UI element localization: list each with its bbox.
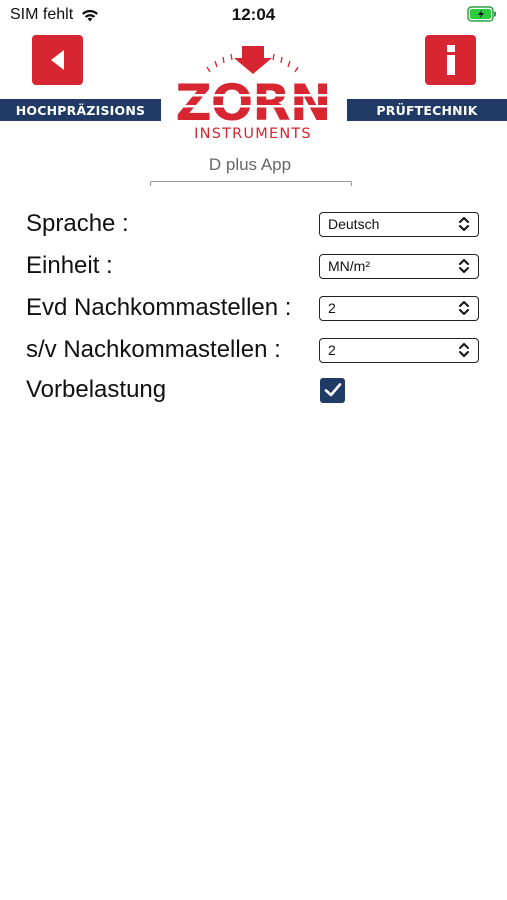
checkmark-icon bbox=[324, 383, 341, 397]
sv-decimals-value: 2 bbox=[328, 342, 336, 358]
chevron-up-down-icon bbox=[459, 259, 469, 273]
tagline-left: HOCHPRÄZISIONS bbox=[0, 99, 161, 121]
logo-wordmark: ZORN bbox=[175, 74, 330, 132]
app-header: HOCHPRÄZISIONS PRÜFTECHNIK ZORN INSTRUME… bbox=[0, 30, 507, 145]
zorn-logo: ZORN INSTRUMENTS bbox=[172, 44, 334, 142]
title-divider bbox=[150, 181, 352, 186]
status-time: 12:04 bbox=[231, 5, 276, 24]
chevron-up-down-icon bbox=[459, 301, 469, 315]
sv-decimals-select[interactable]: 2 bbox=[319, 337, 479, 363]
language-value: Deutsch bbox=[328, 216, 380, 232]
unit-select[interactable]: MN/m² bbox=[319, 253, 479, 279]
setting-row-language: Sprache : Deutsch bbox=[26, 207, 486, 241]
status-bar: SIM fehlt 12:04 bbox=[0, 0, 507, 30]
evd-decimals-label: Evd Nachkommastellen : bbox=[26, 294, 292, 321]
preload-label: Vorbelastung bbox=[26, 376, 167, 403]
logo-graphic: ZORN INSTRUMENTS bbox=[172, 46, 334, 142]
language-select[interactable]: Deutsch bbox=[319, 211, 479, 237]
logo-subtext: INSTRUMENTS bbox=[194, 126, 312, 140]
language-label: Sprache : bbox=[26, 210, 129, 237]
info-icon bbox=[446, 45, 455, 75]
setting-row-unit: Einheit : MN/m² bbox=[26, 249, 486, 283]
setting-row-sv-decimals: s/v Nachkommastellen : 2 bbox=[26, 333, 486, 367]
preload-checkbox[interactable] bbox=[320, 377, 345, 403]
setting-row-preload: Vorbelastung bbox=[26, 373, 486, 407]
app-title: D plus App bbox=[208, 155, 292, 174]
info-button[interactable] bbox=[425, 35, 476, 85]
unit-label: Einheit : bbox=[26, 252, 113, 279]
chevron-up-down-icon bbox=[459, 343, 469, 357]
sv-decimals-label: s/v Nachkommastellen : bbox=[26, 336, 281, 363]
unit-value: MN/m² bbox=[328, 258, 370, 274]
setting-row-evd-decimals: Evd Nachkommastellen : 2 bbox=[26, 291, 486, 325]
evd-decimals-select[interactable]: 2 bbox=[319, 295, 479, 321]
tagline-right: PRÜFTECHNIK bbox=[347, 99, 507, 121]
back-button[interactable] bbox=[32, 35, 83, 85]
battery-charging-icon bbox=[467, 6, 496, 22]
back-arrow-icon bbox=[50, 50, 64, 70]
evd-decimals-value: 2 bbox=[328, 300, 336, 316]
chevron-up-down-icon bbox=[459, 217, 469, 231]
